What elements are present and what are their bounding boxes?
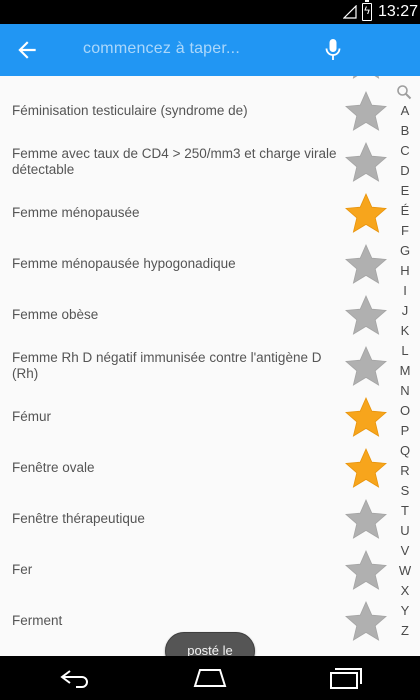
star-icon[interactable] xyxy=(344,294,388,336)
list-item-label: Féminisation testiculaire (syndrome de) xyxy=(12,102,248,118)
microphone-icon[interactable] xyxy=(323,37,343,63)
index-letter[interactable]: P xyxy=(392,423,418,439)
list-item[interactable]: Fenêtre thérapeutique xyxy=(0,493,392,544)
index-letter[interactable]: D xyxy=(392,163,418,179)
toolbar: commencez à taper... xyxy=(0,24,420,76)
index-letter[interactable]: H xyxy=(392,263,418,279)
star-icon[interactable] xyxy=(344,549,388,591)
star-icon[interactable] xyxy=(344,600,388,642)
index-letter[interactable]: A xyxy=(392,103,418,119)
index-letter[interactable]: É xyxy=(392,203,418,219)
index-letter[interactable]: E xyxy=(392,183,418,199)
list-item-label: Fer xyxy=(12,561,33,577)
list-item-label: Femme avec taux de CD4 > 250/mm3 et char… xyxy=(12,145,337,177)
battery-charging-icon: ϟ xyxy=(362,0,372,21)
list-item[interactable]: Fer xyxy=(0,544,392,595)
index-letter[interactable]: N xyxy=(392,383,418,399)
list-item[interactable]: Femme Rh D négatif immunisée contre l'an… xyxy=(0,340,392,391)
index-letter[interactable]: C xyxy=(392,143,418,159)
list-item[interactable]: Féminisation testiculaire (syndrome de) xyxy=(0,85,392,136)
index-letter[interactable]: W xyxy=(392,563,418,579)
star-filled-icon[interactable] xyxy=(344,396,388,438)
index-letter[interactable]: X xyxy=(392,583,418,599)
index-letter[interactable]: Z xyxy=(392,623,418,639)
back-arrow-icon[interactable] xyxy=(14,37,40,63)
list-item[interactable]: Fémur xyxy=(0,391,392,442)
list-item[interactable]: Femme ménopausée hypogonadique xyxy=(0,238,392,289)
star-icon[interactable] xyxy=(344,90,388,132)
index-letter[interactable]: M xyxy=(392,363,418,379)
star-icon[interactable] xyxy=(344,76,388,80)
index-letter[interactable]: I xyxy=(392,283,418,299)
index-letter[interactable]: R xyxy=(392,463,418,479)
index-letter[interactable]: F xyxy=(392,223,418,239)
nav-home-icon[interactable] xyxy=(192,667,228,689)
star-icon[interactable] xyxy=(344,345,388,387)
index-letter[interactable]: Q xyxy=(392,443,418,459)
index-letter[interactable]: Y xyxy=(392,603,418,619)
status-bar: ϟ 13:27 xyxy=(0,0,420,24)
list-item-label: Femme ménopausée hypogonadique xyxy=(12,255,236,271)
list-item-label: Fenêtre ovale xyxy=(12,459,95,475)
list-item-label: Femme ménopausée xyxy=(12,204,140,220)
list-item-label: Fémur xyxy=(12,408,52,424)
list-item[interactable]: Fenêtre ovale xyxy=(0,442,392,493)
index-letter[interactable]: J xyxy=(392,303,418,319)
index-letter[interactable]: K xyxy=(392,323,418,339)
list-item[interactable]: Femme obèse xyxy=(0,289,392,340)
star-icon[interactable] xyxy=(344,498,388,540)
signal-icon xyxy=(343,5,357,19)
star-icon[interactable] xyxy=(344,141,388,183)
search-icon[interactable] xyxy=(396,84,412,100)
index-letter[interactable]: B xyxy=(392,123,418,139)
search-input[interactable]: commencez à taper... xyxy=(83,24,240,76)
toast-message: posté le xyxy=(165,632,255,656)
index-letter[interactable]: L xyxy=(392,343,418,359)
index-letter[interactable]: T xyxy=(392,503,418,519)
index-letter[interactable]: O xyxy=(392,403,418,419)
list-item-label: Femme Rh D négatif immunisée contre l'an… xyxy=(12,349,322,381)
star-icon[interactable] xyxy=(344,243,388,285)
star-filled-icon[interactable] xyxy=(344,447,388,489)
index-letter[interactable]: V xyxy=(392,543,418,559)
list-item-label: Femme obèse xyxy=(12,306,99,322)
list-item[interactable]: Femme ménopausée xyxy=(0,187,392,238)
list-item[interactable]: Femme avec taux de CD4 > 250/mm3 et char… xyxy=(0,136,392,187)
navigation-bar xyxy=(0,656,420,700)
nav-back-icon[interactable] xyxy=(58,668,92,688)
alphabet-index: ABCDEÉFGHIJKLMNOPQRSTUVWXYZ xyxy=(392,76,420,656)
nav-recents-icon[interactable] xyxy=(329,666,363,690)
status-time: 13:27 xyxy=(378,3,419,20)
star-filled-icon[interactable] xyxy=(344,192,388,234)
index-letter[interactable]: G xyxy=(392,243,418,259)
index-letter[interactable]: U xyxy=(392,523,418,539)
list-item-label: Fenêtre thérapeutique xyxy=(12,510,145,526)
index-letter[interactable]: S xyxy=(392,483,418,499)
results-list: Féminisation testiculaire (syndrome de) F… xyxy=(0,76,420,656)
